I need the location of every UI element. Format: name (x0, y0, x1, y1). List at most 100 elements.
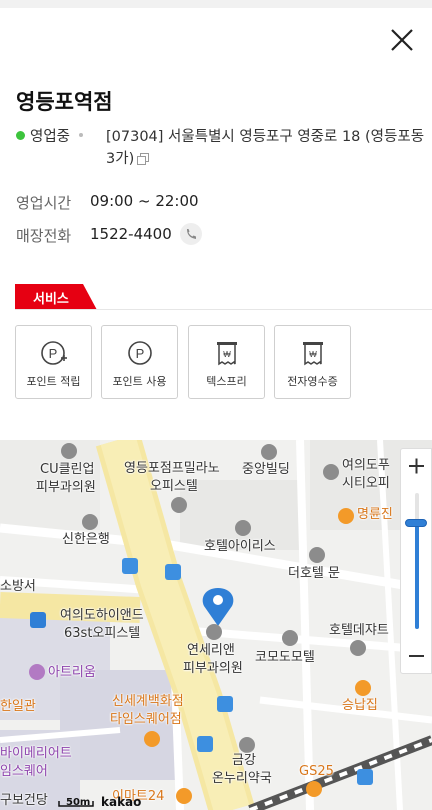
clinic-icon (206, 624, 222, 640)
map-label: 한일관 (0, 699, 36, 714)
map-label: 여의도푸 (342, 458, 390, 473)
service-point-earn[interactable]: P 포인트 적립 (15, 325, 92, 399)
bus-stop-icon (165, 564, 181, 580)
status-dot-icon (16, 131, 25, 140)
pharmacy-icon (239, 737, 255, 753)
zoom-out-button[interactable] (401, 639, 432, 673)
plus-icon (409, 458, 424, 474)
map-label: 온누리약국 (212, 771, 272, 786)
map-label: 중앙빌딩 (242, 462, 290, 477)
store-icon (176, 788, 192, 804)
bus-stop-icon (217, 696, 233, 712)
store-address: [07304] 서울특별시 영등포구 영중로 18 (영등포동3가) (106, 126, 431, 172)
map-label: 임스퀘어 (0, 764, 48, 779)
status-address-row: 영업중 [07304] 서울특별시 영등포구 영중로 18 (영등포동3가) (16, 126, 426, 167)
store-detail-sheet: 영등포역점 영업중 [07304] 서울특별시 영등포구 영중로 18 (영등포… (0, 0, 432, 810)
shopping-icon (144, 731, 160, 747)
map-label: 피부과의원 (36, 480, 96, 495)
map-label: GS25 (299, 764, 334, 779)
bus-stop-icon (122, 558, 138, 574)
zoom-slider-handle[interactable] (405, 518, 427, 527)
svg-text:P: P (49, 346, 58, 361)
store-icon (306, 781, 322, 797)
copy-icon[interactable] (137, 150, 150, 172)
building-icon (171, 497, 187, 513)
tab-services-label: 서비스 (33, 292, 69, 307)
phone-value[interactable]: 1522-4400 (90, 225, 172, 243)
svg-text:₩: ₩ (223, 350, 231, 359)
map-label: 여의도하이앤드 (60, 608, 144, 623)
map-label: 63st오피스텔 (64, 626, 141, 641)
map-label: 신세계백화점 (112, 694, 184, 709)
map-label: 아트리움 (48, 665, 96, 680)
map-label: 금강 (232, 753, 256, 768)
subway-icon (30, 612, 46, 628)
hotel-icon (350, 640, 366, 656)
store-name: 영등포역점 (16, 90, 113, 114)
store-map[interactable]: CU클린업 피부과의원 영등포점프밀라노 오피스텔 중앙빌딩 여의도푸 시티오피… (0, 440, 432, 810)
map-label: 더호텔 문 (288, 566, 340, 581)
scale-label: 50m (66, 797, 91, 808)
tab-divider (15, 309, 432, 310)
hours-value: 09:00 ~ 22:00 (90, 192, 199, 210)
store-status: 영업중 (30, 129, 71, 145)
svg-text:P: P (136, 346, 145, 361)
building-icon (261, 444, 277, 460)
svg-text:₩: ₩ (309, 350, 317, 359)
building-icon (323, 464, 339, 480)
shopping-icon (29, 664, 45, 680)
hours-label: 영업시간 (16, 194, 72, 212)
restaurant-icon (338, 508, 354, 524)
zoom-slider-fill (415, 522, 419, 629)
point-earn-icon: P (41, 341, 67, 365)
zoom-control (400, 448, 432, 674)
map-label: 코모도모텔 (255, 650, 315, 665)
point-use-icon: P (128, 341, 152, 365)
map-label: 구보건당 (0, 793, 48, 808)
minus-icon (409, 655, 424, 657)
close-button[interactable] (386, 24, 418, 56)
separator-dot (79, 133, 84, 137)
top-handle-strip (0, 0, 432, 8)
service-label: 전자영수증 (287, 375, 338, 388)
kakao-logo: kakao (101, 795, 142, 809)
service-label: 포인트 적립 (26, 375, 81, 388)
close-icon (391, 29, 413, 51)
map-label: CU클린업 (40, 462, 95, 477)
clinic-icon (61, 443, 77, 459)
map-label: 신한은행 (62, 532, 110, 547)
bus-stop-icon (357, 769, 373, 785)
hotel-icon (235, 520, 251, 536)
bank-icon (82, 514, 98, 530)
zoom-slider-track[interactable] (415, 493, 419, 629)
map-label: 연세리앤 (187, 643, 235, 658)
map-label: 소방서 (0, 579, 36, 594)
hotel-icon (282, 630, 298, 646)
service-point-use[interactable]: P 포인트 사용 (101, 325, 178, 399)
tab-services[interactable]: 서비스 (15, 284, 97, 310)
bus-stop-icon (197, 736, 213, 752)
tax-free-icon: ₩ (217, 342, 237, 366)
map-label: 명륜진 (357, 507, 393, 522)
map-label: 피부과의원 (183, 661, 243, 676)
map-label: 영등포점프밀라노 (124, 461, 220, 476)
map-label: 시티오피 (342, 476, 390, 491)
zoom-in-button[interactable] (401, 449, 432, 483)
call-button[interactable] (180, 223, 202, 245)
map-label: 바이메리어트 (0, 746, 72, 761)
map-label: 호텔데쟈트 (329, 623, 389, 638)
hotel-icon (309, 547, 325, 563)
service-tax-free[interactable]: ₩ 텍스프리 (188, 325, 265, 399)
service-e-receipt[interactable]: ₩ 전자영수증 (274, 325, 351, 399)
map-label: 오피스텔 (150, 479, 198, 494)
address-text: [07304] 서울특별시 영등포구 영중로 18 (영등포동3가) (106, 129, 425, 167)
phone-label: 매장전화 (16, 227, 72, 245)
service-label: 텍스프리 (206, 375, 247, 388)
phone-icon (187, 229, 196, 239)
service-label: 포인트 사용 (112, 375, 167, 388)
restaurant-icon (355, 680, 371, 696)
e-receipt-icon: ₩ (303, 342, 323, 366)
map-label: 타임스퀘어점 (110, 712, 182, 727)
map-label: 승납집 (342, 698, 378, 713)
map-label: 호텔아이리스 (204, 539, 276, 554)
